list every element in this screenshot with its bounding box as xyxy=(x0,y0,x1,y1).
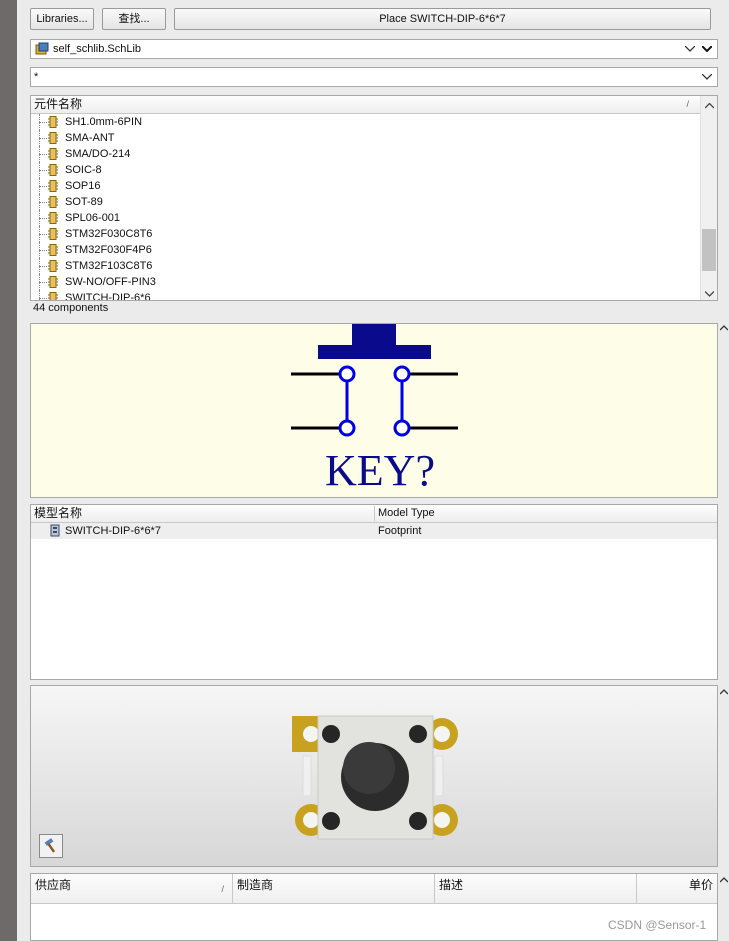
place-component-button[interactable]: Place SWITCH-DIP-6*6*7 xyxy=(174,8,711,30)
component-list-item[interactable]: SOT-89 xyxy=(31,194,701,210)
component-name: SWITCH-DIP-6*6 xyxy=(65,292,151,301)
component-list[interactable]: 元件名称 / SH1.0mm-6PIN SMA-ANT SMA/DO-214 SOIC… xyxy=(30,95,718,301)
search-button[interactable]: 查找... xyxy=(102,8,166,30)
footprint-3d-drawing xyxy=(292,715,458,840)
sort-indicator: / xyxy=(686,99,689,109)
component-list-item[interactable]: SH1.0mm-6PIN xyxy=(31,114,701,130)
supplier-table-header: 供应商 / 制造商 描述 单价 xyxy=(31,874,717,904)
component-icon xyxy=(48,292,58,300)
component-list-item[interactable]: STM32F030C8T6 xyxy=(31,226,701,242)
column-header-label: 供应商 xyxy=(35,878,72,892)
tree-connector xyxy=(39,250,47,251)
tree-connector xyxy=(39,298,47,299)
component-count: 44 components xyxy=(33,302,109,314)
library-selector[interactable]: self_schlib.SchLib xyxy=(30,39,718,59)
filter-input[interactable]: * xyxy=(30,67,718,87)
column-header-description[interactable]: 描述 xyxy=(435,874,637,904)
component-list-item[interactable]: STM32F030F4P6 xyxy=(31,242,701,258)
sort-indicator: / xyxy=(221,884,224,894)
left-dock-strip xyxy=(0,0,17,941)
tree-connector xyxy=(39,202,47,203)
column-header-label: 单价 xyxy=(688,878,713,892)
component-name: SH1.0mm-6PIN xyxy=(65,116,143,128)
column-header-label: 元件名称 xyxy=(34,97,83,111)
footprint-preview xyxy=(30,685,718,867)
collapse-icon[interactable] xyxy=(719,874,729,886)
library-icon xyxy=(35,42,49,59)
model-list[interactable]: 模型名称 Model Type SWITCH-DIP-6*6*7 Footpri… xyxy=(30,504,718,680)
component-list-item[interactable]: SW-NO/OFF-PIN3 xyxy=(31,274,701,290)
column-divider xyxy=(374,506,375,521)
component-list-item[interactable]: SOIC-8 xyxy=(31,162,701,178)
column-header-supplier[interactable]: 供应商 / xyxy=(31,874,233,904)
model-name: SWITCH-DIP-6*6*7 xyxy=(65,525,161,537)
component-name: SOP16 xyxy=(65,180,101,192)
component-name: STM32F030F4P6 xyxy=(65,244,152,256)
component-name: SPL06-001 xyxy=(65,212,121,224)
chevron-down-icon[interactable] xyxy=(698,68,716,86)
column-header-model-type[interactable]: Model Type xyxy=(378,505,435,522)
library-name: self_schlib.SchLib xyxy=(53,43,142,55)
component-name: STM32F103C8T6 xyxy=(65,260,153,272)
tree-connector xyxy=(39,154,47,155)
scroll-up-icon[interactable] xyxy=(704,100,715,112)
tree-connector xyxy=(39,234,47,235)
component-name: SOIC-8 xyxy=(65,164,102,176)
component-name: STM32F030C8T6 xyxy=(65,228,153,240)
component-name: SMA-ANT xyxy=(65,132,115,144)
component-list-item[interactable]: SPL06-001 xyxy=(31,210,701,226)
component-list-item[interactable]: SOP16 xyxy=(31,178,701,194)
tree-connector xyxy=(39,186,47,187)
tree-connector xyxy=(39,266,47,267)
tree-connector xyxy=(39,170,47,171)
component-list-scrollbar[interactable] xyxy=(700,96,717,300)
component-list-item[interactable]: STM32F103C8T6 xyxy=(31,258,701,274)
column-header-label: 制造商 xyxy=(237,878,274,892)
collapse-icon[interactable] xyxy=(719,686,729,698)
component-list-item[interactable]: SMA-ANT xyxy=(31,130,701,146)
component-list-item[interactable]: SMA/DO-214 xyxy=(31,146,701,162)
component-name: SMA/DO-214 xyxy=(65,148,131,160)
schematic-preview: KEY? xyxy=(30,323,718,498)
tree-connector xyxy=(39,138,47,139)
watermark: CSDN @Sensor-1 xyxy=(608,918,707,932)
filter-value: * xyxy=(34,71,39,83)
component-name: SOT-89 xyxy=(65,196,103,208)
component-name: SW-NO/OFF-PIN3 xyxy=(65,276,156,288)
component-list-item[interactable]: SWITCH-DIP-6*6 xyxy=(31,290,701,301)
model-row[interactable]: SWITCH-DIP-6*6*7 Footprint xyxy=(31,523,717,539)
scroll-thumb[interactable] xyxy=(702,229,716,271)
model-type: Footprint xyxy=(378,525,422,537)
model-list-header: 模型名称 Model Type xyxy=(31,505,717,523)
tree-connector xyxy=(39,282,47,283)
footprint-model-icon xyxy=(49,524,61,542)
libraries-button[interactable]: Libraries... xyxy=(30,8,94,30)
designator-label: KEY? xyxy=(325,446,435,495)
component-rows: SH1.0mm-6PIN SMA-ANT SMA/DO-214 SOIC-8 SOP16… xyxy=(31,114,701,301)
tree-connector xyxy=(39,122,47,123)
hammer-icon[interactable] xyxy=(39,834,63,858)
tree-connector xyxy=(39,218,47,219)
column-header-component-name[interactable]: 元件名称 / xyxy=(31,96,701,114)
column-header-manufacturer[interactable]: 制造商 xyxy=(233,874,435,904)
chevron-down-icon[interactable] xyxy=(681,40,699,58)
column-header-model-name[interactable]: 模型名称 xyxy=(34,505,82,522)
collapse-icon[interactable] xyxy=(719,322,729,334)
column-header-label: 描述 xyxy=(439,878,464,892)
scroll-down-icon[interactable] xyxy=(704,288,715,300)
chevron-down-icon[interactable] xyxy=(698,40,716,58)
column-header-unit-price[interactable]: 单价 xyxy=(637,874,717,904)
